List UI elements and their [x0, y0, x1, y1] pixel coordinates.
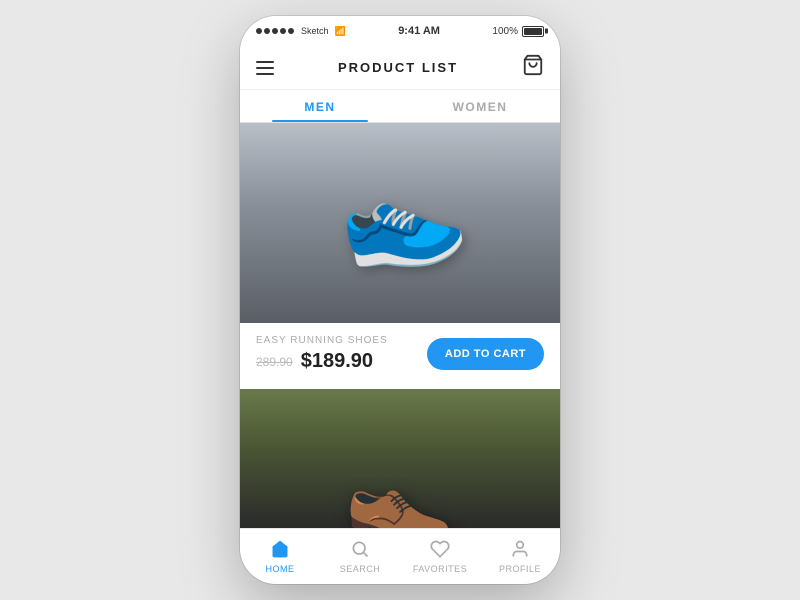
- status-bar: Sketch 📶 9:41 AM 100%: [240, 16, 560, 46]
- signal-dot: [256, 28, 262, 34]
- status-signal: Sketch 📶: [256, 26, 346, 37]
- nav-profile[interactable]: PROFILE: [480, 533, 560, 580]
- signal-dot: [264, 28, 270, 34]
- heart-icon: [430, 539, 450, 562]
- nav-favorites[interactable]: FAVORITES: [400, 533, 480, 580]
- signal-dot: [288, 28, 294, 34]
- product-image-2: [240, 389, 560, 528]
- product-card: EASY RUNNING SHOES 289.90 $189.90 ADD TO…: [240, 123, 560, 387]
- home-icon: [270, 539, 290, 562]
- price-original-1: 289.90: [256, 355, 293, 369]
- search-icon: [350, 539, 370, 562]
- add-to-cart-button-1[interactable]: ADD TO CART: [427, 338, 544, 370]
- product-card-2: CLASSIC DRESS SHOES 349.90 $249.90 ADD T…: [240, 389, 560, 528]
- product-list: EASY RUNNING SHOES 289.90 $189.90 ADD TO…: [240, 123, 560, 528]
- hamburger-line: [256, 73, 274, 75]
- category-tabs: MEN WOMEN: [240, 90, 560, 123]
- product-image-1: [240, 123, 560, 323]
- price-current-1: $189.90: [301, 350, 373, 373]
- signal-dot: [272, 28, 278, 34]
- battery-icon: [522, 26, 544, 37]
- menu-button[interactable]: [256, 61, 274, 75]
- nav-search[interactable]: SEARCH: [320, 533, 400, 580]
- status-time: 9:41 AM: [398, 25, 440, 37]
- nav-favorites-label: FAVORITES: [413, 564, 467, 574]
- product-info-1: EASY RUNNING SHOES 289.90 $189.90 ADD TO…: [240, 323, 560, 387]
- hamburger-line: [256, 61, 274, 63]
- bottom-nav: HOME SEARCH FAVORITES: [240, 528, 560, 584]
- battery-percent: 100%: [492, 26, 518, 37]
- nav-home[interactable]: HOME: [240, 533, 320, 580]
- battery-fill: [524, 28, 542, 35]
- carrier-label: Sketch: [301, 26, 329, 36]
- tab-men[interactable]: MEN: [240, 90, 400, 122]
- page-title: PRODUCT LIST: [338, 60, 458, 75]
- wifi-icon: 📶: [335, 26, 346, 37]
- cart-button[interactable]: [522, 54, 544, 81]
- phone-frame: Sketch 📶 9:41 AM 100% PRODUCT LIST: [240, 16, 560, 584]
- app-header: PRODUCT LIST: [240, 46, 560, 90]
- person-icon: [510, 539, 530, 562]
- tab-women[interactable]: WOMEN: [400, 90, 560, 122]
- cart-icon: [522, 54, 544, 76]
- product-details-1: EASY RUNNING SHOES 289.90 $189.90: [256, 335, 427, 373]
- nav-search-label: SEARCH: [340, 564, 381, 574]
- nav-profile-label: PROFILE: [499, 564, 541, 574]
- price-row-1: 289.90 $189.90: [256, 350, 427, 373]
- nav-home-label: HOME: [266, 564, 295, 574]
- status-battery-area: 100%: [492, 26, 544, 37]
- signal-dot: [280, 28, 286, 34]
- hamburger-line: [256, 67, 274, 69]
- product-name-1: EASY RUNNING SHOES: [256, 335, 427, 346]
